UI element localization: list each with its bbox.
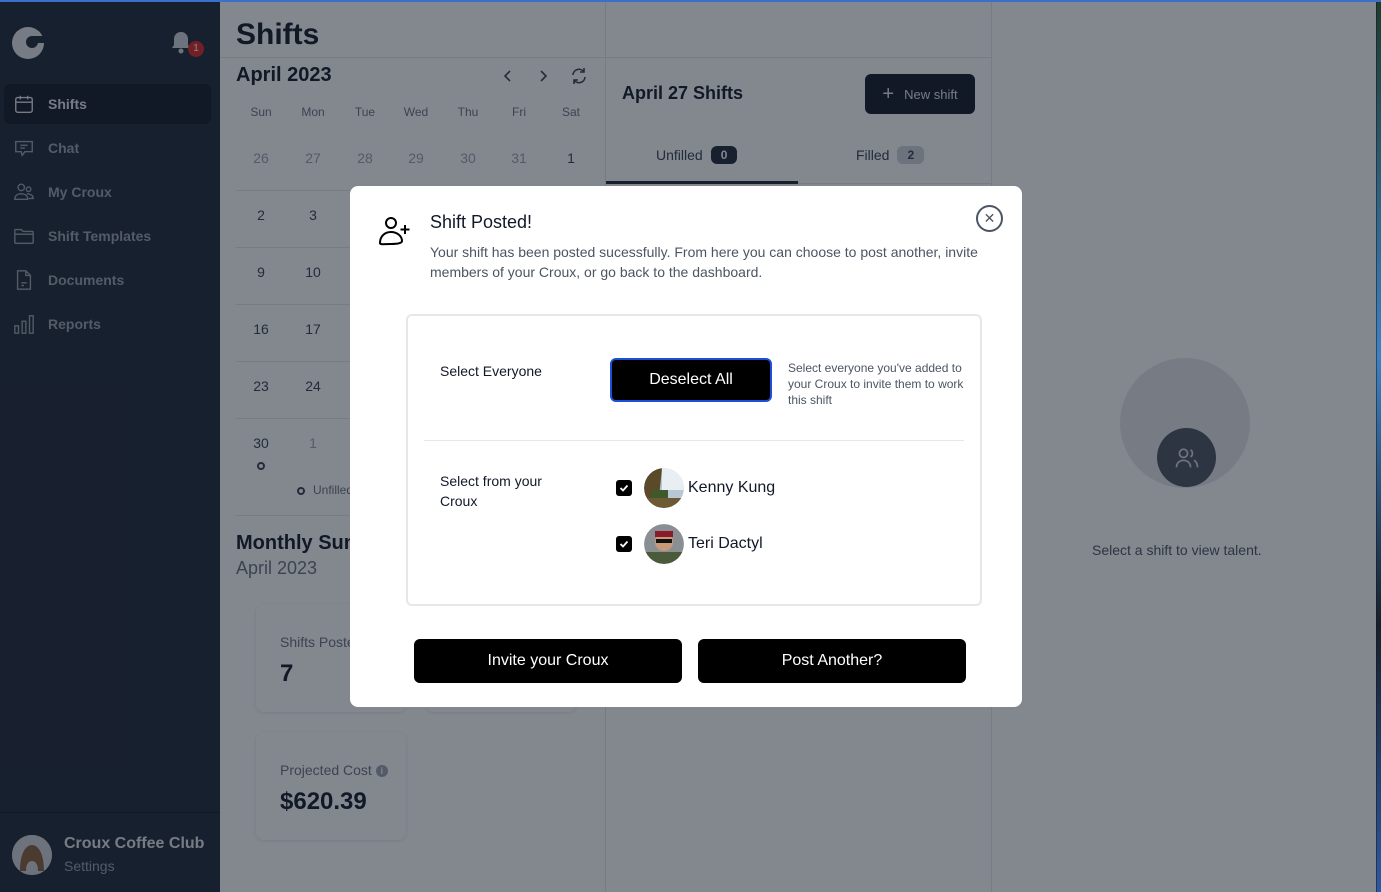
select-everyone-help: Select everyone you've added to your Cro…	[788, 361, 964, 407]
modal-title: Shift Posted!	[430, 212, 533, 232]
invite-selection-panel: Select Everyone Deselect All Select ever…	[406, 314, 982, 606]
window-top-border	[0, 0, 1381, 2]
deselect-all-button[interactable]: Deselect All	[610, 358, 772, 402]
member-avatar	[644, 524, 684, 564]
panel-divider	[424, 440, 964, 441]
checkmark-icon	[619, 484, 629, 492]
member-checkbox[interactable]	[616, 536, 632, 552]
shift-posted-modal: Shift Posted! Your shift has been posted…	[350, 186, 1022, 707]
member-row: Kenny Kung	[616, 468, 775, 508]
user-plus-icon	[378, 217, 410, 246]
select-everyone-label: Select Everyone	[440, 363, 542, 379]
member-avatar	[644, 468, 684, 508]
app-window: 1 Shifts Chat My Croux Shift Templates D…	[0, 0, 1381, 892]
modal-description: Your shift has been posted sucessfully. …	[430, 244, 978, 280]
member-name: Kenny Kung	[688, 479, 776, 496]
post-another-button[interactable]: Post Another?	[698, 639, 966, 683]
close-icon[interactable]: ✕	[976, 205, 1003, 232]
member-name: Teri Dactyl	[688, 535, 763, 552]
invite-croux-button[interactable]: Invite your Croux	[414, 639, 682, 683]
checkmark-icon	[619, 540, 629, 548]
member-row: Teri Dactyl	[616, 524, 763, 564]
select-from-croux-label: Select from your Croux	[440, 473, 542, 509]
member-checkbox[interactable]	[616, 480, 632, 496]
